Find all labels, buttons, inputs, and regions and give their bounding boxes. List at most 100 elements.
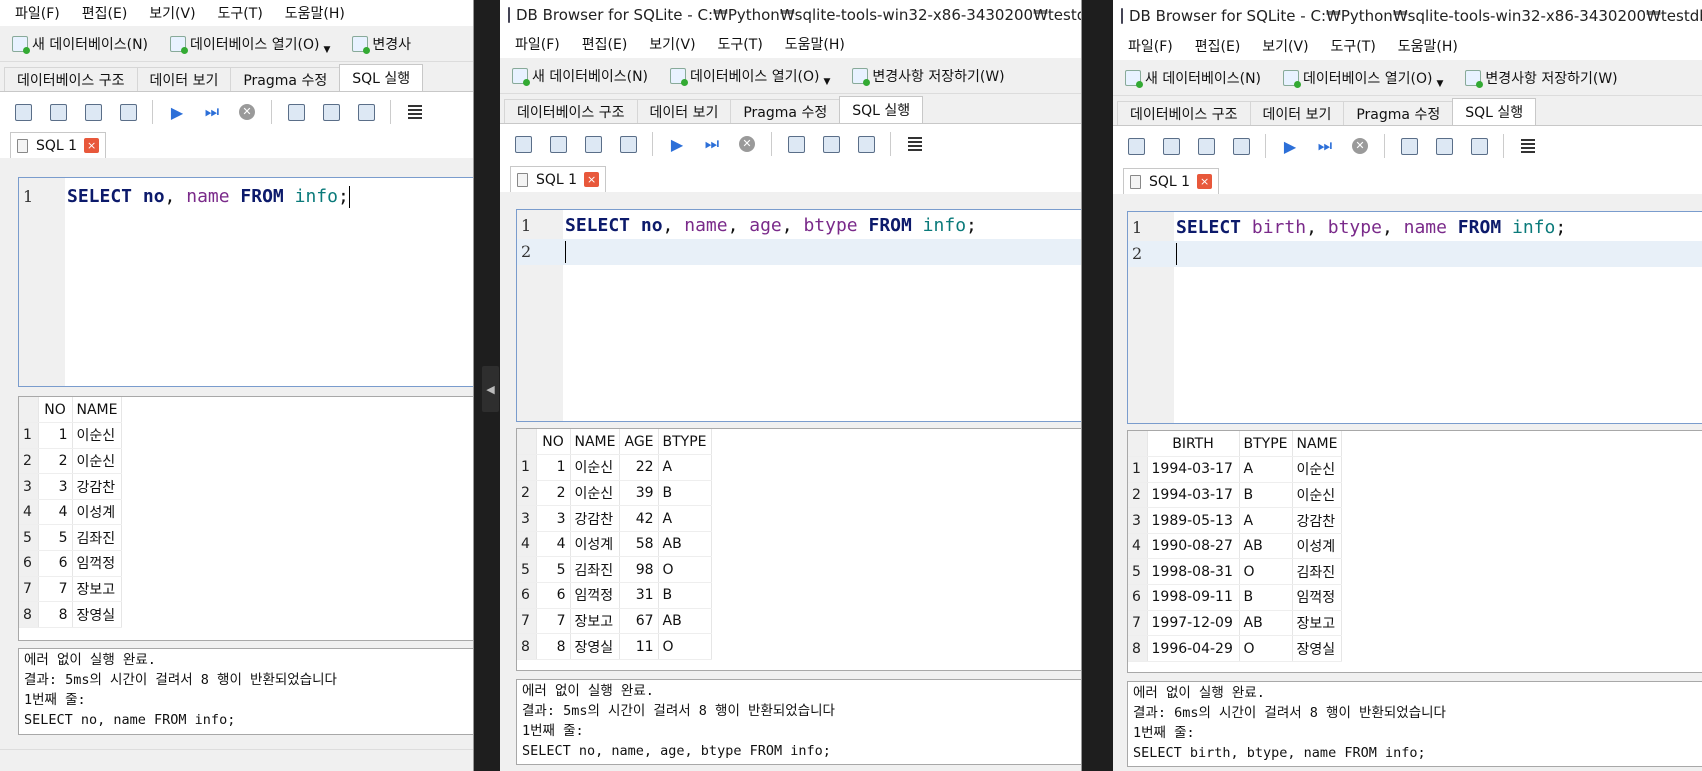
table-row[interactable]: 1 1 이순신 <box>19 422 123 449</box>
table-row[interactable]: 5 5 김좌진 98 O <box>517 556 712 584</box>
table-row[interactable]: 7 7 장보고 <box>19 576 123 603</box>
tab-database-structure[interactable]: 데이터베이스 구조 <box>4 67 138 91</box>
table-cell[interactable]: 장영실 <box>72 601 123 628</box>
table-cell[interactable]: 이성계 <box>570 531 621 558</box>
table-cell[interactable]: 1989-05-13 <box>1147 507 1240 534</box>
execute-line-button[interactable]: ⏭ <box>201 101 223 123</box>
stop-button[interactable]: ✕ <box>1349 135 1371 157</box>
print-button[interactable] <box>1230 135 1252 157</box>
table-cell[interactable]: 6 <box>38 550 73 577</box>
table-cell[interactable]: 42 <box>619 505 659 532</box>
table-row[interactable]: 8 8 장영실 11 O <box>517 633 712 660</box>
table-row[interactable]: 6 6 임꺽정 <box>19 550 123 577</box>
editor-line[interactable]: 1 SELECT no, name, age, btype FROM info; <box>517 213 1081 239</box>
row-number-cell[interactable]: 7 <box>1128 610 1148 637</box>
table-row[interactable]: 3 1989-05-13 A 강감찬 <box>1128 507 1343 534</box>
table-cell[interactable]: A <box>1239 456 1293 483</box>
find-button[interactable] <box>820 133 842 155</box>
table-cell[interactable]: 1 <box>536 454 571 481</box>
table-cell[interactable]: 31 <box>619 582 659 609</box>
row-number-cell[interactable]: 7 <box>517 608 537 635</box>
table-cell[interactable]: 5 <box>38 524 73 552</box>
write-changes-button[interactable]: 변경사 <box>346 30 417 58</box>
row-number-cell[interactable]: 8 <box>19 601 39 628</box>
table-cell[interactable]: 이순신 <box>1292 456 1343 483</box>
table-cell[interactable]: 4 <box>536 531 571 558</box>
tab-edit-pragmas[interactable]: Pragma 수정 <box>1343 101 1454 125</box>
menu-edit[interactable]: 편집(E) <box>1184 36 1252 56</box>
table-cell[interactable]: 6 <box>536 582 571 609</box>
table-cell[interactable]: 1998-08-31 <box>1147 558 1240 586</box>
table-cell[interactable]: B <box>658 582 712 609</box>
table-cell[interactable]: 이순신 <box>570 480 621 507</box>
column-header-name[interactable]: NAME <box>1292 431 1343 458</box>
open-database-button[interactable]: 데이터베이스 열기(O) ▼ <box>1277 64 1449 92</box>
table-cell[interactable]: 김좌진 <box>570 556 621 584</box>
menu-tools[interactable]: 도구(T) <box>707 34 774 54</box>
tab-database-structure[interactable]: 데이터베이스 구조 <box>1117 101 1251 125</box>
menu-edit[interactable]: 편집(E) <box>571 34 639 54</box>
table-cell[interactable]: 3 <box>536 505 571 532</box>
row-number-cell[interactable]: 1 <box>517 454 537 481</box>
row-number-cell[interactable]: 2 <box>517 480 537 507</box>
menu-view[interactable]: 보기(V) <box>638 34 706 54</box>
sql-tab[interactable]: SQL 1 × <box>10 132 107 158</box>
dropdown-arrow-icon[interactable]: ▼ <box>823 77 830 87</box>
table-cell[interactable]: 이순신 <box>72 448 123 475</box>
column-header-btype[interactable]: BTYPE <box>658 429 712 456</box>
row-number-cell[interactable]: 1 <box>19 422 39 449</box>
tab-execute-sql[interactable]: SQL 실행 <box>1452 98 1537 125</box>
results-grid[interactable]: NO NAME AGE BTYPE 1 1 이순신 22 A 2 2 이순신 39 B 3 3 강감찬 4… <box>516 428 1081 671</box>
editor-line-current[interactable]: 2 <box>517 239 1081 265</box>
row-number-cell[interactable]: 6 <box>1128 584 1148 611</box>
tab-browse-data[interactable]: 데이터 보기 <box>1249 101 1345 125</box>
print-button[interactable] <box>617 133 639 155</box>
open-sql-button[interactable] <box>47 101 69 123</box>
save-results-button[interactable] <box>285 101 307 123</box>
save-sql-button[interactable] <box>1195 135 1217 157</box>
table-cell[interactable]: A <box>1239 507 1293 534</box>
open-tab-button[interactable] <box>1125 135 1147 157</box>
menu-help[interactable]: 도움말(H) <box>274 3 356 23</box>
column-header-name[interactable]: NAME <box>570 429 621 456</box>
tab-browse-data[interactable]: 데이터 보기 <box>136 67 232 91</box>
row-number-cell[interactable]: 3 <box>1128 507 1148 534</box>
tab-edit-pragmas[interactable]: Pragma 수정 <box>230 67 341 91</box>
table-cell[interactable]: 2 <box>38 448 73 475</box>
close-tab-icon[interactable]: × <box>584 172 600 187</box>
stop-button[interactable]: ✕ <box>736 133 758 155</box>
table-cell[interactable]: 장영실 <box>570 633 621 660</box>
find-button[interactable] <box>320 101 342 123</box>
table-cell[interactable]: O <box>1239 558 1293 586</box>
find-replace-button[interactable] <box>355 101 377 123</box>
row-number-cell[interactable]: 3 <box>517 505 537 532</box>
open-tab-button[interactable] <box>512 133 534 155</box>
row-number-cell[interactable]: 2 <box>1128 482 1148 509</box>
row-number-cell[interactable]: 4 <box>19 499 39 526</box>
menu-help[interactable]: 도움말(H) <box>1387 36 1469 56</box>
table-row[interactable]: 4 4 이성계 58 AB <box>517 531 712 558</box>
table-cell[interactable]: A <box>658 454 712 481</box>
table-cell[interactable]: B <box>1239 584 1293 611</box>
new-database-button[interactable]: 새 데이터베이스(N) <box>6 30 154 58</box>
editor-line-current[interactable]: 2 <box>1128 241 1702 267</box>
table-cell[interactable]: 8 <box>536 633 571 660</box>
table-cell[interactable]: 98 <box>619 556 659 584</box>
table-row[interactable]: 5 5 김좌진 <box>19 524 123 552</box>
table-cell[interactable]: 임꺽정 <box>72 550 123 577</box>
column-header-no[interactable]: NO <box>38 397 73 424</box>
row-number-cell[interactable]: 6 <box>19 550 39 577</box>
results-grid[interactable]: BIRTH BTYPE NAME 1 1994-03-17 A 이순신 2 1994-03… <box>1127 430 1702 673</box>
table-cell[interactable]: 강감찬 <box>1292 507 1343 534</box>
menu-file[interactable]: 파일(F) <box>504 34 571 54</box>
table-cell[interactable]: 장영실 <box>1292 635 1343 662</box>
table-cell[interactable]: 7 <box>536 608 571 635</box>
table-cell[interactable]: 7 <box>38 576 73 603</box>
tab-execute-sql[interactable]: SQL 실행 <box>339 64 424 91</box>
table-cell[interactable]: 1 <box>38 422 73 449</box>
row-number-cell[interactable]: 7 <box>19 576 39 603</box>
table-cell[interactable]: 22 <box>619 454 659 481</box>
table-cell[interactable]: 이성계 <box>1292 533 1343 560</box>
corner-cell[interactable] <box>19 397 39 424</box>
table-cell[interactable]: O <box>1239 635 1293 662</box>
